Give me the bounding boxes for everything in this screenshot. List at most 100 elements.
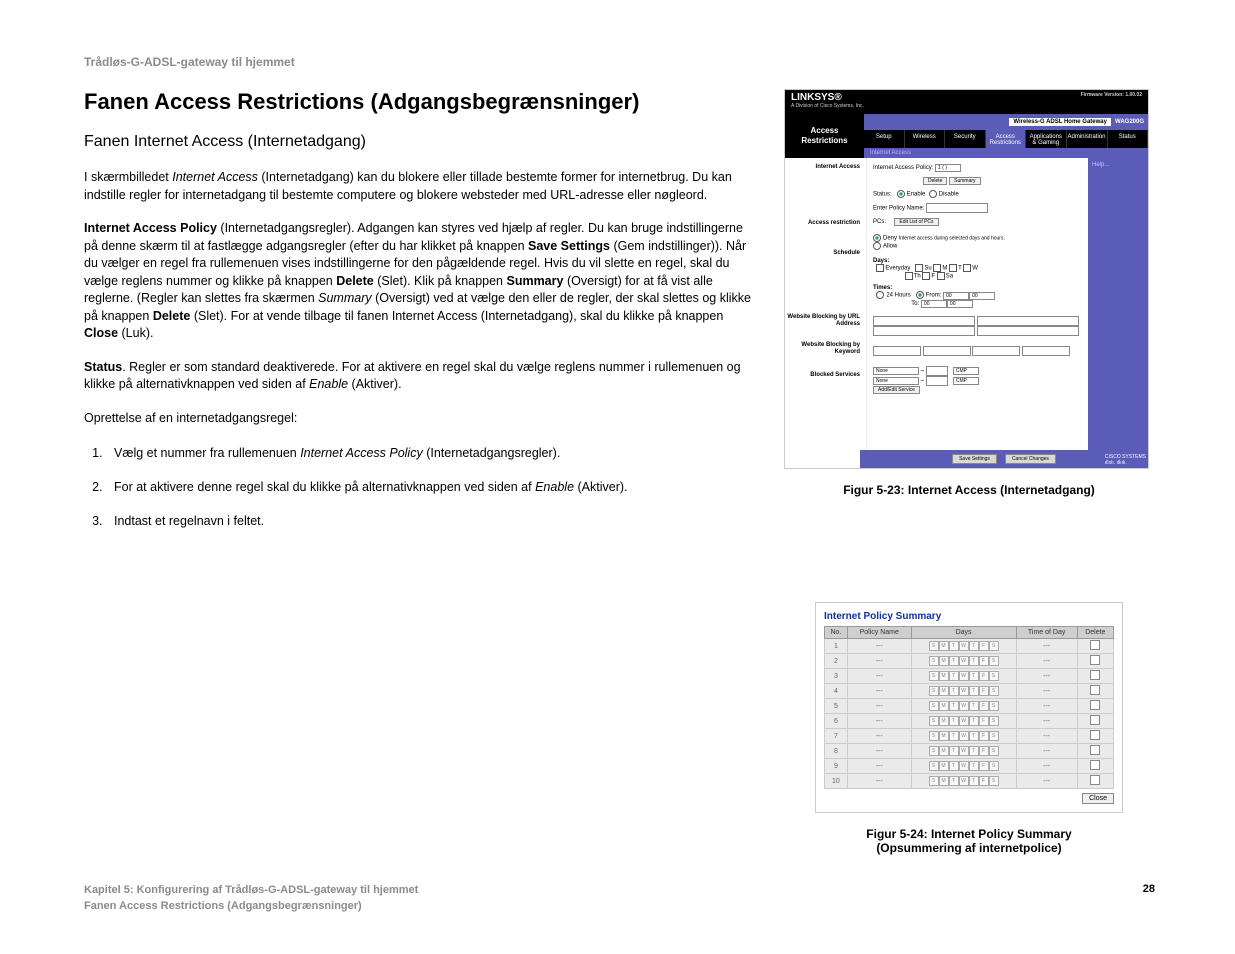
cell-policy-name: --- xyxy=(847,774,911,789)
port-input[interactable] xyxy=(926,366,948,376)
cell-delete[interactable] xyxy=(1077,729,1113,744)
day-f-check[interactable] xyxy=(922,272,930,280)
cell-delete[interactable] xyxy=(1077,744,1113,759)
policy-select[interactable]: 1 ( ) xyxy=(935,164,961,172)
to-min-select[interactable]: 00 xyxy=(947,300,973,308)
cell-days: SMTWTFS xyxy=(911,774,1016,789)
cell-delete[interactable] xyxy=(1077,639,1113,654)
cell-policy-name: --- xyxy=(847,639,911,654)
disable-label: Disable xyxy=(939,192,959,198)
url-input-1[interactable] xyxy=(873,316,975,326)
term: Summary xyxy=(506,274,563,288)
figure-caption-1: Figur 5-23: Internet Access (Internetadg… xyxy=(784,483,1154,497)
term: Summary xyxy=(318,291,371,305)
day-label: W xyxy=(972,266,978,272)
url-input-4[interactable] xyxy=(977,326,1079,336)
to-hour-select[interactable]: 00 xyxy=(921,300,947,308)
cell-days: SMTWTFS xyxy=(911,759,1016,774)
cell-no: 2 xyxy=(825,654,848,669)
side-website-blocking-keyword: Website Blocking by Keyword xyxy=(785,342,860,372)
cell-delete[interactable] xyxy=(1077,699,1113,714)
service-select-1[interactable]: None xyxy=(873,367,919,375)
day-su-check[interactable] xyxy=(915,264,923,272)
deny-text: Internet access during selected days and… xyxy=(899,236,1005,242)
side-schedule: Schedule xyxy=(785,250,860,314)
day-w-check[interactable] xyxy=(963,264,971,272)
tab-status[interactable]: Status xyxy=(1108,130,1149,148)
cell-time: --- xyxy=(1016,759,1077,774)
keyword-input-1[interactable] xyxy=(873,346,921,356)
close-button[interactable]: Close xyxy=(1082,793,1114,804)
keyword-input-3[interactable] xyxy=(972,346,1020,356)
url-input-2[interactable] xyxy=(977,316,1079,326)
cell-policy-name: --- xyxy=(847,714,911,729)
tab-wireless[interactable]: Wireless xyxy=(905,130,946,148)
allow-radio[interactable] xyxy=(873,242,881,250)
edit-list-pcs-button[interactable]: Edit List of PCs xyxy=(894,218,938,226)
deny-radio[interactable] xyxy=(873,234,881,242)
day-t-check[interactable] xyxy=(949,264,957,272)
enable-label: Enable xyxy=(907,192,926,198)
tab-setup[interactable]: Setup xyxy=(864,130,905,148)
tab-applications-gaming[interactable]: Applications & Gaming xyxy=(1026,130,1067,148)
col-days: Days xyxy=(911,627,1016,639)
text: (Aktiver). xyxy=(348,377,401,391)
everyday-label: Everyday xyxy=(885,266,910,272)
tab-access-restrictions[interactable]: Access Restrictions xyxy=(986,130,1027,148)
figure-screenshot-2: Internet Policy Summary No. Policy Name … xyxy=(815,602,1123,813)
proto-select[interactable]: CMP xyxy=(953,367,979,375)
model-label: Wireless-G ADSL Home Gateway xyxy=(1009,118,1111,126)
disable-radio[interactable] xyxy=(929,190,937,198)
proto-select[interactable]: CMP xyxy=(953,377,979,385)
cell-policy-name: --- xyxy=(847,729,911,744)
cell-delete[interactable] xyxy=(1077,669,1113,684)
everyday-check[interactable] xyxy=(876,264,884,272)
cancel-changes-button[interactable]: Cancel Changes xyxy=(1005,454,1056,464)
tab-administration[interactable]: Administration xyxy=(1067,130,1108,148)
summary-table: No. Policy Name Days Time of Day Delete … xyxy=(824,626,1114,789)
table-row: 7---SMTWTFS--- xyxy=(825,729,1114,744)
delete-button[interactable]: Delete xyxy=(923,177,947,185)
keyword-input-2[interactable] xyxy=(923,346,971,356)
cell-time: --- xyxy=(1016,744,1077,759)
term: Internet Access Policy xyxy=(300,446,423,460)
table-row: 5---SMTWTFS--- xyxy=(825,699,1114,714)
doc-header: Trådløs-G-ADSL-gateway til hjemmet xyxy=(84,55,1155,69)
from-hour-select[interactable]: 00 xyxy=(943,292,969,300)
main-tabs[interactable]: Setup Wireless Security Access Restricti… xyxy=(864,130,1148,148)
cell-delete[interactable] xyxy=(1077,654,1113,669)
cell-no: 10 xyxy=(825,774,848,789)
status-label: Status: xyxy=(873,192,892,198)
summary-button[interactable]: Summary xyxy=(949,177,980,185)
col-policy-name: Policy Name xyxy=(847,627,911,639)
cell-time: --- xyxy=(1016,774,1077,789)
day-th-check[interactable] xyxy=(905,272,913,280)
keyword-input-4[interactable] xyxy=(1022,346,1070,356)
24hours-radio[interactable] xyxy=(876,291,884,299)
port-input[interactable] xyxy=(926,376,948,386)
add-edit-service-button[interactable]: Add/Edit Service xyxy=(873,386,920,394)
footer-section: Fanen Access Restrictions (Adgangsbegræn… xyxy=(84,899,418,914)
col-no: No. xyxy=(825,627,848,639)
cell-delete[interactable] xyxy=(1077,774,1113,789)
cell-no: 4 xyxy=(825,684,848,699)
service-select-2[interactable]: None xyxy=(873,377,919,385)
day-m-check[interactable] xyxy=(933,264,941,272)
cell-delete[interactable] xyxy=(1077,714,1113,729)
from-radio[interactable] xyxy=(916,291,924,299)
cell-delete[interactable] xyxy=(1077,684,1113,699)
term: Enable xyxy=(309,377,348,391)
url-input-3[interactable] xyxy=(873,326,975,336)
tab-security[interactable]: Security xyxy=(945,130,986,148)
subtab-internet-access[interactable]: Internet Access xyxy=(864,148,1148,158)
day-label: Su xyxy=(924,266,931,272)
help-link[interactable]: Help... xyxy=(1088,158,1148,172)
from-min-select[interactable]: 00 xyxy=(969,292,995,300)
heading-2: Fanen Internet Access (Internetadgang) xyxy=(84,133,754,151)
save-settings-button[interactable]: Save Settings xyxy=(952,454,997,464)
enable-radio[interactable] xyxy=(897,190,905,198)
cell-delete[interactable] xyxy=(1077,759,1113,774)
cell-days: SMTWTFS xyxy=(911,744,1016,759)
policy-name-input[interactable] xyxy=(926,203,988,213)
day-sa-check[interactable] xyxy=(937,272,945,280)
